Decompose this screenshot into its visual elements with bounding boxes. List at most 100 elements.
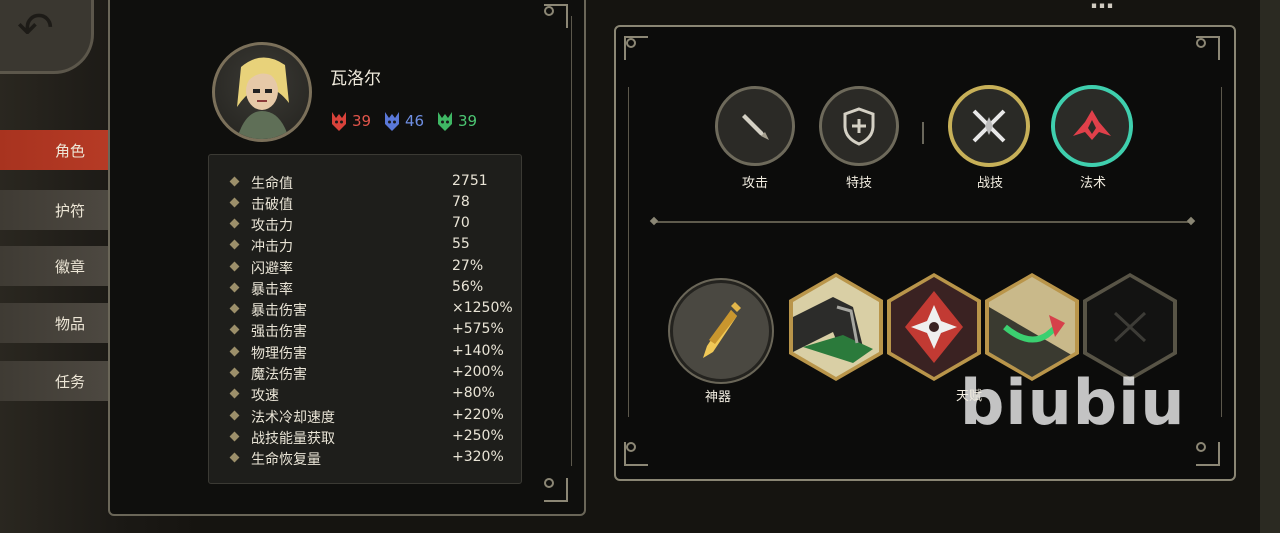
stat-row: 闪避率 27% xyxy=(209,257,521,278)
stat-row: 暴击率 56% xyxy=(209,278,521,299)
green-mask-icon xyxy=(438,112,452,131)
stat-label: 法术冷却速度 xyxy=(251,410,335,426)
stat-label: 攻击力 xyxy=(251,218,293,234)
spell-skill-button[interactable] xyxy=(1051,85,1133,167)
resource-red: 39 xyxy=(330,110,371,132)
stat-row: 强击伤害 +575% xyxy=(209,320,521,341)
diamond-bullet-icon xyxy=(229,197,240,208)
tab-label: 任务 xyxy=(55,372,86,391)
stat-label: 魔法伤害 xyxy=(251,367,307,383)
diamond-bullet-icon xyxy=(229,282,240,293)
blue-mask-icon xyxy=(385,112,399,131)
diamond-bullet-icon xyxy=(229,367,240,378)
corner-ornament xyxy=(544,478,568,502)
stat-row: 暴击伤害 ×1250% xyxy=(209,299,521,320)
resource-green: 39 xyxy=(436,110,477,132)
stat-row: 生命恢复量 +320% xyxy=(209,448,521,469)
skill-label: 法术 xyxy=(1079,176,1106,191)
character-avatar[interactable] xyxy=(212,42,312,142)
stats-panel: 生命值 2751 击破值 78 攻击力 70 冲击力 55 闪避率 27% 暴击率 56% … xyxy=(208,154,522,484)
corner-ornament xyxy=(624,36,648,60)
diamond-bullet-icon xyxy=(229,176,240,187)
panel-rule xyxy=(628,87,629,417)
tab-label: 物品 xyxy=(55,314,86,333)
stat-label: 战技能量获取 xyxy=(251,431,335,447)
stat-row: 物理伤害 +140% xyxy=(209,342,521,363)
stat-row: 攻击力 70 xyxy=(209,214,521,235)
diamond-bullet-icon xyxy=(229,303,240,314)
attack-skill-button[interactable] xyxy=(715,86,795,166)
diamond-bullet-icon xyxy=(229,324,240,335)
panel-rule xyxy=(571,16,572,466)
panel-rule xyxy=(1221,87,1222,417)
diamond-bullet-icon xyxy=(229,452,240,463)
stat-row: 法术冷却速度 +220% xyxy=(209,406,521,427)
corner-ornament xyxy=(1196,36,1220,60)
diamond-bullet-icon xyxy=(229,410,240,421)
stat-row: 魔法伤害 +200% xyxy=(209,363,521,384)
stat-row: 击破值 78 xyxy=(209,193,521,214)
stat-row: 冲击力 55 xyxy=(209,235,521,256)
dagger-icon xyxy=(703,302,741,358)
stat-label: 暴击伤害 xyxy=(251,303,307,319)
diamond-bullet-icon xyxy=(229,239,240,250)
relic-slot[interactable] xyxy=(670,280,772,382)
talent-label: 天赋 xyxy=(956,389,983,404)
resource-red-value: 39 xyxy=(352,112,372,130)
resource-blue-value: 46 xyxy=(405,112,425,130)
tab-label: 徽章 xyxy=(55,257,86,276)
stat-value: ×1250% xyxy=(452,300,513,316)
stat-row: 生命值 2751 xyxy=(209,172,521,193)
crossed-blades-icon xyxy=(972,109,1006,143)
stat-value: 78 xyxy=(452,194,470,210)
resource-green-value: 39 xyxy=(458,112,478,130)
combat-skill-button[interactable] xyxy=(948,85,1030,167)
flame-spell-icon xyxy=(1073,110,1111,140)
tab-label: 角色 xyxy=(55,141,86,160)
stat-value: +200% xyxy=(452,364,504,380)
stat-label: 生命值 xyxy=(251,176,293,192)
special-skill-button[interactable] xyxy=(819,86,899,166)
relic-label: 神器 xyxy=(704,390,731,405)
stat-value: +575% xyxy=(452,321,504,337)
stat-label: 强击伤害 xyxy=(251,324,307,340)
stat-value: 56% xyxy=(452,279,484,295)
stat-value: 2751 xyxy=(452,173,488,189)
tab-label: 护符 xyxy=(55,201,86,220)
watermark: biubiu xyxy=(960,366,1186,439)
back-button[interactable]: ↶ xyxy=(0,0,94,74)
screen-title-fragment: … xyxy=(1090,0,1116,14)
stat-value: +250% xyxy=(452,428,504,444)
stat-value: +220% xyxy=(452,407,504,423)
stat-value: +320% xyxy=(452,449,504,465)
stat-row: 攻速 +80% xyxy=(209,384,521,405)
back-arrow-icon: ↶ xyxy=(17,3,54,54)
character-name: 瓦洛尔 xyxy=(330,69,381,89)
stat-value: 27% xyxy=(452,258,484,274)
corner-ornament xyxy=(1196,442,1220,466)
shuriken-talent-icon xyxy=(905,291,963,363)
stat-label: 冲击力 xyxy=(251,239,293,255)
stat-value: 55 xyxy=(452,236,470,252)
stat-label: 攻速 xyxy=(251,388,279,404)
section-divider xyxy=(655,221,1190,223)
skill-label: 战技 xyxy=(976,176,1003,191)
shield-icon xyxy=(843,107,875,146)
stat-label: 生命恢复量 xyxy=(251,452,321,468)
resource-blue: 46 xyxy=(383,110,424,132)
stat-value: +80% xyxy=(452,385,495,401)
diamond-bullet-icon xyxy=(229,261,240,272)
diamond-bullet-icon xyxy=(229,346,240,357)
stat-label: 闪避率 xyxy=(251,261,293,277)
diamond-bullet-icon xyxy=(229,388,240,399)
empty-slot-icon xyxy=(1113,311,1147,343)
skill-label: 攻击 xyxy=(741,176,768,191)
arrow-talent-icon xyxy=(989,307,1075,377)
skill-separator xyxy=(922,122,924,144)
red-mask-icon xyxy=(332,112,346,131)
stat-row: 战技能量获取 +250% xyxy=(209,427,521,448)
sword-icon xyxy=(742,114,769,140)
claw-talent-icon xyxy=(793,297,873,363)
diamond-bullet-icon xyxy=(229,431,240,442)
stat-value: +140% xyxy=(452,343,504,359)
